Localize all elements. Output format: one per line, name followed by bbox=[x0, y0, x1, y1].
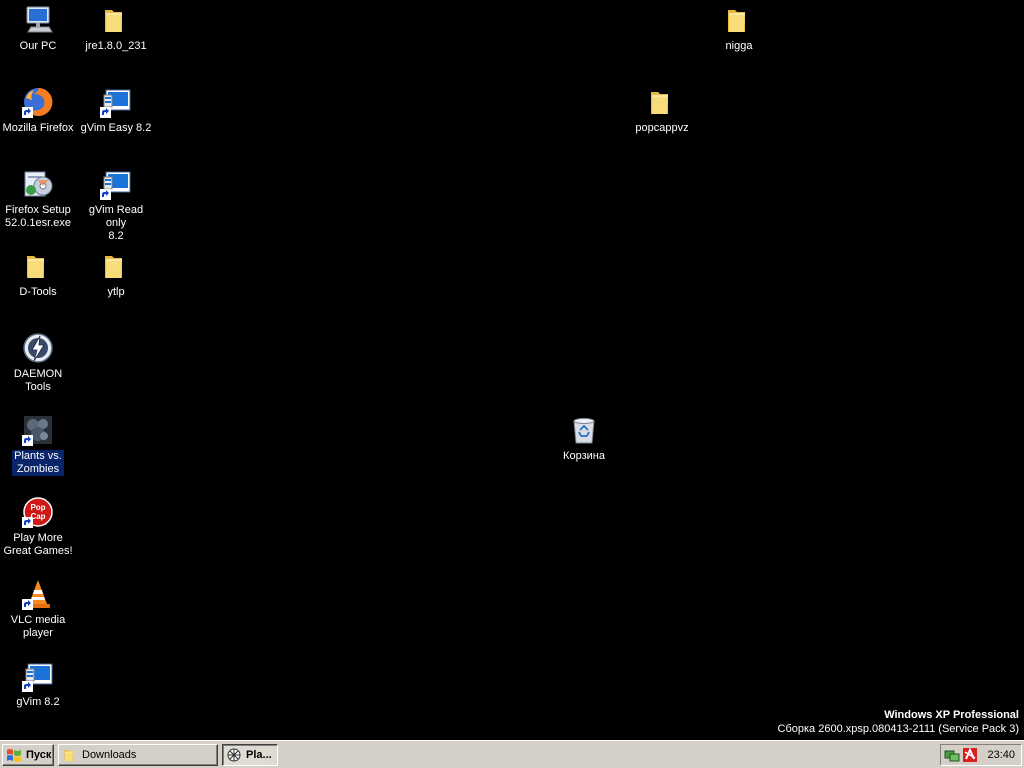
start-button[interactable]: Пуск bbox=[2, 744, 54, 766]
system-tray: 23:40 bbox=[940, 744, 1022, 766]
shortcut-arrow-icon bbox=[100, 107, 111, 118]
desktop-icon-recycle-bin[interactable]: Корзина bbox=[546, 414, 622, 463]
daemon-tools-icon bbox=[22, 332, 54, 364]
start-label: Пуск bbox=[26, 749, 52, 761]
task-label: Pla... bbox=[246, 749, 272, 761]
desktop-icon-our-pc[interactable]: Our PC bbox=[0, 4, 76, 53]
folder-icon bbox=[100, 250, 132, 282]
desktop-icon-label: Play More Great Games! bbox=[3, 532, 73, 557]
windows-logo-icon bbox=[7, 749, 21, 762]
gvim-icon bbox=[100, 168, 132, 200]
shortcut-arrow-icon bbox=[22, 681, 33, 692]
desktop-icon-gvim-readonly[interactable]: gVim Read only 8.2 bbox=[78, 168, 154, 243]
security-alert-icon[interactable] bbox=[962, 747, 978, 763]
installer-icon bbox=[22, 168, 54, 200]
desktop-icon-folder-nigga[interactable]: nigga bbox=[701, 4, 777, 53]
desktop-icon-label: VLC media player bbox=[10, 614, 66, 639]
folder-icon bbox=[22, 250, 54, 282]
recycle-bin-icon bbox=[568, 414, 600, 446]
desktop-icon-label: gVim Read only 8.2 bbox=[88, 204, 144, 242]
desktop-icon-label: D-Tools bbox=[19, 286, 57, 298]
desktop-icon-label: jre1.8.0_231 bbox=[85, 40, 147, 52]
desktop-icon-label: gVim 8.2 bbox=[16, 696, 60, 708]
desktop-icon-firefox[interactable]: Mozilla Firefox bbox=[0, 86, 76, 135]
gvim-icon bbox=[100, 86, 132, 118]
desktop-icon-label: Корзина bbox=[563, 450, 605, 462]
desktop-icon-label: nigga bbox=[725, 40, 753, 52]
desktop-icon-label: Plants vs. Zombies bbox=[12, 450, 64, 476]
gvim-icon bbox=[22, 660, 54, 692]
taskbar[interactable]: Пуск Downloads Pla... 23:40 bbox=[0, 740, 1024, 768]
os-build: Сборка 2600.xpsp.080413-2111 (Service Pa… bbox=[777, 723, 1019, 735]
task-label: Downloads bbox=[82, 749, 137, 761]
desktop-icon-popcappvz[interactable]: popcappvz bbox=[624, 86, 700, 135]
desktop-icon-vlc[interactable]: VLC media player bbox=[0, 578, 76, 640]
desktop-icon-popcap[interactable]: Pop Cap Play More Great Games! bbox=[0, 496, 76, 558]
folder-icon bbox=[100, 4, 132, 36]
folder-icon bbox=[646, 86, 678, 118]
desktop-icon-daemon-tools[interactable]: DAEMON Tools bbox=[0, 332, 76, 394]
desktop-icon-firefox-setup[interactable]: Firefox Setup 52.0.1esr.exe bbox=[0, 168, 76, 230]
network-icon[interactable] bbox=[944, 747, 960, 763]
desktop-icon-d-tools[interactable]: D-Tools bbox=[0, 250, 76, 299]
popcap-icon: Pop Cap bbox=[22, 496, 54, 528]
desktop-icon-label: Firefox Setup 52.0.1esr.exe bbox=[4, 204, 72, 229]
desktop-icon-gvim-easy[interactable]: gVim Easy 8.2 bbox=[78, 86, 154, 135]
computer-icon bbox=[22, 4, 54, 36]
os-edition: Windows XP Professional bbox=[884, 709, 1019, 721]
desktop-icon-plants-vs-zombies[interactable]: Plants vs. Zombies bbox=[0, 414, 76, 476]
desktop-icon-label: Our PC bbox=[19, 40, 57, 52]
desktop-icon-label: ytlp bbox=[107, 286, 125, 298]
desktop-icon-jre[interactable]: jre1.8.0_231 bbox=[78, 4, 154, 53]
folder-icon bbox=[723, 4, 755, 36]
desktop-icon-label: Mozilla Firefox bbox=[2, 122, 74, 134]
shortcut-arrow-icon bbox=[100, 189, 111, 200]
firefox-icon bbox=[22, 86, 54, 118]
taskbar-button-downloads[interactable]: Downloads bbox=[58, 744, 218, 766]
shortcut-arrow-icon bbox=[22, 599, 33, 610]
vlc-cone-icon bbox=[22, 578, 54, 610]
shortcut-arrow-icon bbox=[22, 517, 33, 528]
desktop-icon-label: gVim Easy 8.2 bbox=[80, 122, 152, 134]
plants-vs-zombies-icon bbox=[22, 414, 54, 446]
desktop-icon-label: DAEMON Tools bbox=[13, 368, 63, 393]
pvz-app-icon bbox=[227, 748, 241, 762]
taskbar-button-plants-vs-zombies[interactable]: Pla... bbox=[222, 744, 278, 766]
desktop-icon-label: popcappvz bbox=[635, 122, 689, 134]
desktop-icon-gvim[interactable]: gVim 8.2 bbox=[0, 660, 76, 709]
folder-icon bbox=[62, 747, 78, 763]
clock[interactable]: 23:40 bbox=[987, 749, 1015, 761]
os-version-watermark: Windows XP Professional Сборка 2600.xpsp… bbox=[778, 708, 1019, 736]
desktop-icon-ytlp[interactable]: ytlp bbox=[78, 250, 154, 299]
desktop[interactable]: Our PC Mozilla Firefox Firefox Setup 52.… bbox=[0, 0, 1024, 740]
shortcut-arrow-icon bbox=[22, 435, 33, 446]
shortcut-arrow-icon bbox=[22, 107, 33, 118]
svg-text:Pop: Pop bbox=[30, 503, 45, 512]
